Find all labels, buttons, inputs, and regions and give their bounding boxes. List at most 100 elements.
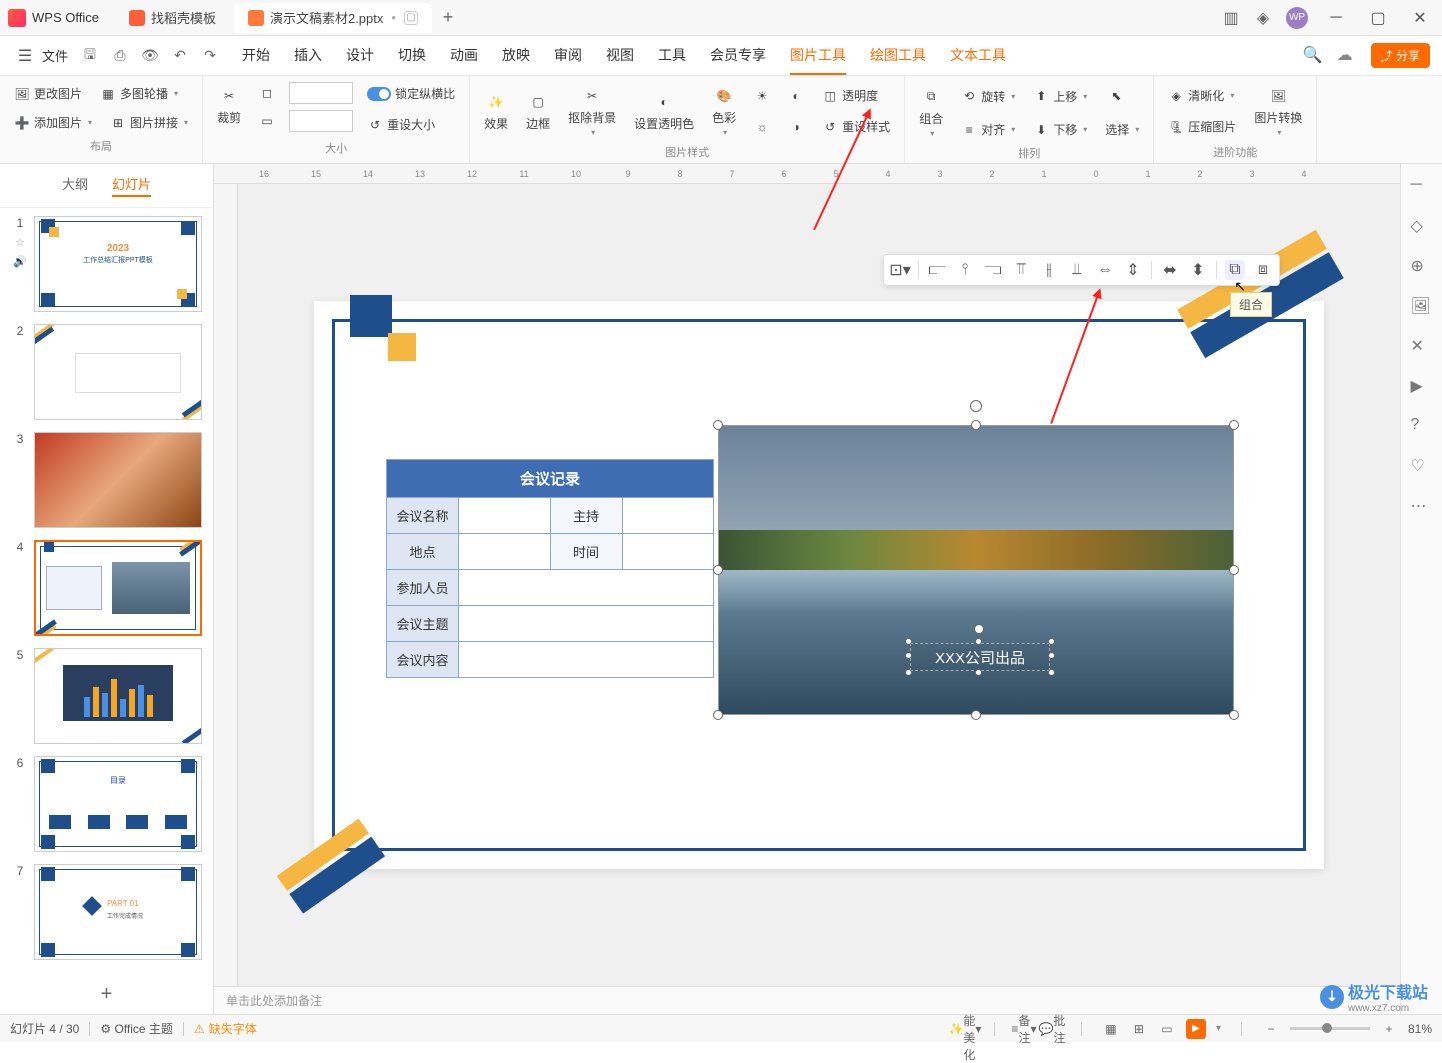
resize-handle[interactable] — [905, 669, 912, 676]
ft-dist-v-icon[interactable]: ⇕ — [1123, 260, 1143, 280]
hamburger-icon[interactable]: ☰ — [12, 43, 38, 69]
select-button[interactable]: ⬉ — [1101, 82, 1131, 110]
user-avatar[interactable]: WP — [1286, 7, 1308, 29]
print-icon[interactable]: ⎙ — [108, 44, 132, 68]
text-box-on-image[interactable]: XXX公司出品 — [910, 643, 1050, 671]
slide-thumb-6[interactable]: 目录 — [34, 756, 202, 852]
file-menu[interactable]: 文件 — [42, 46, 68, 65]
resize-handle[interactable] — [713, 710, 723, 720]
preview-icon[interactable]: 👁 — [138, 44, 162, 68]
rotate-handle[interactable] — [974, 624, 984, 634]
sharpen-button[interactable]: ◈清晰化▾ — [1164, 84, 1240, 107]
contrast-icon[interactable]: ◐ — [784, 85, 808, 107]
resize-handle[interactable] — [1048, 652, 1055, 659]
ft-same-width-icon[interactable]: ⬌ — [1160, 260, 1180, 280]
zoom-out-icon[interactable]: − — [1262, 1020, 1280, 1038]
search-icon[interactable]: 🔍 — [1303, 45, 1325, 67]
crop-button[interactable]: ✂裁剪 — [213, 82, 245, 129]
resize-handle[interactable] — [905, 652, 912, 659]
undo-icon[interactable]: ↶ — [168, 44, 192, 68]
multi-crop-button[interactable]: ▦多图轮播▾ — [96, 82, 182, 105]
rotate-button[interactable]: ⟲旋转▾ — [957, 85, 1019, 108]
slides-list[interactable]: 1☆🔊 2023工作总结汇报PPT模板 2 — [0, 208, 213, 975]
ft-align-left-icon[interactable]: ⫍ — [927, 260, 947, 280]
ft-align-top-icon[interactable]: ⫪ — [1011, 260, 1031, 280]
missing-font-warning[interactable]: ⚠ 缺失字体 — [194, 1020, 257, 1037]
slideshow-button[interactable]: ▶ — [1186, 1019, 1206, 1039]
resize-handle[interactable] — [971, 420, 981, 430]
tab-close-icon[interactable]: ▢ — [404, 11, 418, 25]
resize-handle[interactable] — [975, 638, 982, 645]
effects-button[interactable]: ✨效果 — [480, 88, 512, 135]
ft-align-middle-icon[interactable]: ⫲ — [1039, 260, 1059, 280]
menu-tab-insert[interactable]: 插入 — [294, 37, 322, 75]
width-input[interactable] — [289, 110, 353, 132]
cube-icon[interactable]: ◈ — [1254, 9, 1272, 27]
notes-button[interactable]: ≡ 备注 ▾ — [1015, 1020, 1033, 1038]
close-button[interactable]: ✕ — [1406, 4, 1434, 32]
resize-handle[interactable] — [713, 565, 723, 575]
align-button[interactable]: ≡对齐▾ — [957, 118, 1019, 141]
save-icon[interactable]: 🖫 — [78, 44, 102, 68]
add-picture-button[interactable]: ➕添加图片▾ — [10, 111, 96, 134]
slide-thumb-5[interactable] — [34, 648, 202, 744]
move-up-button[interactable]: ⬆上移▾ — [1029, 85, 1091, 108]
crop-shape-1[interactable]: ◻ — [255, 82, 279, 104]
ft-group-icon[interactable]: ⧉ — [1225, 260, 1245, 280]
zoom-in-icon[interactable]: + — [1380, 1020, 1398, 1038]
view-reading-icon[interactable]: ▭ — [1158, 1020, 1176, 1038]
ft-dist-h-icon[interactable]: ⇔ — [1095, 260, 1115, 280]
resize-handle[interactable] — [1229, 420, 1239, 430]
image-tools-icon[interactable]: 🖼 — [1411, 296, 1433, 318]
slide-thumb-2[interactable] — [34, 324, 202, 420]
slide-thumb-3[interactable] — [34, 432, 202, 528]
magic-icon[interactable]: ⊕ — [1411, 256, 1433, 278]
menu-tab-picture-tools[interactable]: 图片工具 — [790, 37, 846, 75]
lock-ratio-toggle[interactable]: 锁定纵横比 — [363, 82, 459, 105]
menu-tab-text-tools[interactable]: 文本工具 — [950, 37, 1006, 75]
group-button[interactable]: ⧉组合▾ — [915, 83, 947, 141]
ft-align-center-icon[interactable]: ⫯ — [955, 260, 975, 280]
menu-tab-transition[interactable]: 切换 — [398, 37, 426, 75]
beautify-button[interactable]: ✨ 智能美化 ▾ — [956, 1020, 974, 1038]
add-slide-button[interactable]: + — [101, 983, 113, 1006]
height-input[interactable] — [289, 82, 353, 104]
settings-icon[interactable]: ✕ — [1411, 336, 1433, 358]
resize-handle[interactable] — [905, 638, 912, 645]
color-button[interactable]: 🎨色彩▾ — [708, 82, 740, 140]
menu-tab-draw-tools[interactable]: 绘图工具 — [870, 37, 926, 75]
menu-tab-view[interactable]: 视图 — [606, 37, 634, 75]
media-icon[interactable]: ▶ — [1411, 376, 1433, 398]
remove-bg-button[interactable]: ✂抠除背景▾ — [564, 82, 620, 140]
minimize-button[interactable]: ─ — [1322, 4, 1350, 32]
select-label[interactable]: 选择▾ — [1101, 118, 1143, 141]
more-icon[interactable]: ⋯ — [1411, 496, 1433, 518]
resize-handle[interactable] — [1048, 638, 1055, 645]
meeting-table[interactable]: 会议记录 会议名称主持 地点时间 参加人员 会议主题 会议内容 — [386, 459, 714, 678]
redo-icon[interactable]: ↷ — [198, 44, 222, 68]
brightness-down-icon[interactable]: ☼ — [750, 116, 774, 138]
menu-tab-animation[interactable]: 动画 — [450, 37, 478, 75]
compress-button[interactable]: 🗜压缩图片 — [1164, 115, 1240, 138]
comments-button[interactable]: 💬 批注 — [1043, 1020, 1061, 1038]
zoom-value[interactable]: 81% — [1408, 1022, 1432, 1036]
share-button[interactable]: ⤴ 分享 — [1371, 43, 1430, 68]
menu-tab-tools[interactable]: 工具 — [658, 37, 686, 75]
reset-size-button[interactable]: ↺重设大小 — [363, 113, 459, 136]
new-tab-button[interactable]: + — [436, 6, 460, 30]
resize-handle[interactable] — [1229, 565, 1239, 575]
ft-align-right-icon[interactable]: ⫎ — [983, 260, 1003, 280]
slides-tab[interactable]: 幻灯片 — [112, 174, 151, 197]
resize-handle[interactable] — [1229, 710, 1239, 720]
brightness-icon[interactable]: ☀ — [750, 85, 774, 107]
cloud-icon[interactable]: ☁ — [1337, 45, 1359, 67]
contrast-down-icon[interactable]: ◑ — [784, 116, 808, 138]
border-button[interactable]: ▢边框 — [522, 88, 554, 135]
resize-handle[interactable] — [713, 420, 723, 430]
ft-align-bottom-icon[interactable]: ⫫ — [1067, 260, 1087, 280]
resize-handle[interactable] — [1048, 669, 1055, 676]
ft-same-height-icon[interactable]: ⬍ — [1188, 260, 1208, 280]
menu-tab-design[interactable]: 设计 — [346, 37, 374, 75]
collapse-icon[interactable]: ─ — [1411, 176, 1433, 198]
layout-icon[interactable]: ▥ — [1222, 9, 1240, 27]
